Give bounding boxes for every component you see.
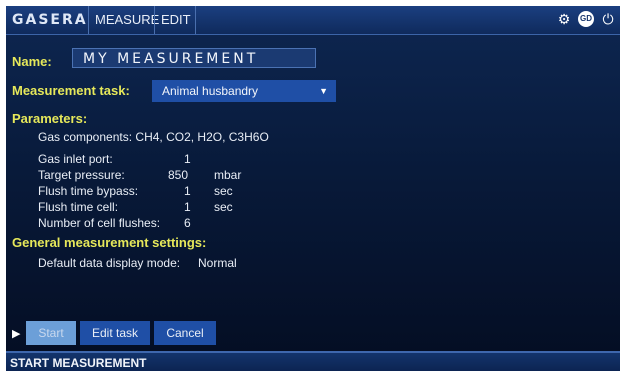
- param-unit: sec: [214, 200, 233, 214]
- status-bar: START MEASUREMENT: [6, 351, 620, 371]
- gas-components: Gas components: CH4, CO2, H2O, C3H6O: [38, 130, 269, 144]
- general-settings-label: General measurement settings:: [12, 235, 207, 250]
- param-unit: sec: [214, 184, 233, 198]
- param-key: Target pressure:: [38, 168, 125, 182]
- display-mode-label: Default data display mode:: [38, 256, 181, 270]
- play-icon: ▶: [12, 328, 21, 340]
- param-value: 6: [184, 216, 191, 230]
- chevron-down-icon: ▼: [319, 86, 328, 96]
- name-label: Name:: [12, 54, 52, 69]
- start-button[interactable]: Start: [26, 321, 76, 345]
- param-key: Flush time cell:: [38, 200, 119, 214]
- action-bar: ▶ Start Edit task Cancel: [6, 321, 620, 345]
- display-mode-value: Normal: [198, 256, 237, 270]
- param-unit: mbar: [214, 168, 242, 182]
- edit-task-button[interactable]: Edit task: [80, 321, 150, 345]
- param-key: Number of cell flushes:: [38, 216, 161, 230]
- param-value: 1: [184, 184, 191, 198]
- param-value: 850: [168, 168, 189, 182]
- app-screen: GASERA MEASURE EDIT ⚙ GD ⏻ Name: MY MEAS…: [6, 6, 620, 371]
- measurement-task-dropdown[interactable]: Animal husbandry ▼: [152, 80, 336, 102]
- gd-icon[interactable]: GD: [578, 11, 594, 27]
- param-key: Flush time bypass:: [38, 184, 139, 198]
- tab-edit[interactable]: EDIT: [154, 6, 196, 34]
- top-icons: ⚙ GD ⏻: [556, 11, 616, 29]
- tab-measure[interactable]: MEASURE: [88, 6, 161, 34]
- measurement-task-label: Measurement task:: [12, 83, 130, 98]
- param-value: 1: [184, 200, 191, 214]
- gear-icon[interactable]: ⚙: [556, 11, 572, 27]
- gasera-logo: GASERA: [12, 12, 88, 28]
- parameters-label: Parameters:: [12, 111, 88, 126]
- gas-components-value: CH4, CO2, H2O, C3H6O: [135, 130, 269, 144]
- cancel-button[interactable]: Cancel: [154, 321, 216, 345]
- power-icon[interactable]: ⏻: [600, 11, 616, 27]
- gas-components-label: Gas components:: [38, 130, 133, 144]
- measurement-task-value: Animal husbandry: [162, 84, 259, 98]
- name-field[interactable]: MY MEASUREMENT: [72, 48, 316, 68]
- param-value: 1: [184, 152, 191, 166]
- param-key: Gas inlet port:: [38, 152, 113, 166]
- top-bar: GASERA MEASURE EDIT ⚙ GD ⏻: [6, 6, 620, 35]
